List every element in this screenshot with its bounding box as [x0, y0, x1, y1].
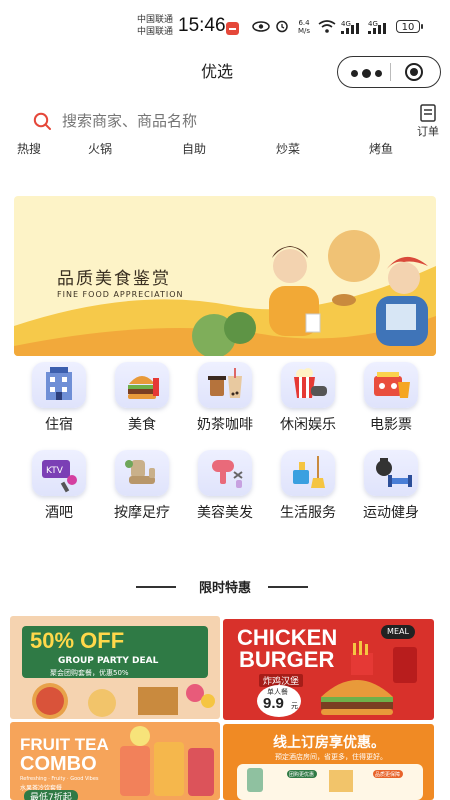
category-label: 休闲娱乐: [280, 417, 336, 433]
category-massage[interactable]: 按摩足疗: [100, 450, 184, 522]
dumbbell-icon: [364, 450, 418, 496]
category-fitness[interactable]: 运动健身: [349, 450, 433, 522]
pizza-party-illustration: [32, 683, 215, 719]
search-icon[interactable]: [33, 112, 51, 130]
notification-badge-icon: [226, 22, 239, 35]
category-label: 酒吧: [45, 505, 73, 521]
category-life-service[interactable]: 生活服务: [266, 450, 350, 522]
alarm-icon: [276, 20, 288, 33]
promo-banner[interactable]: 品质美食鉴赏 FINE FOOD APPRECIATION: [14, 196, 436, 356]
category-leisure[interactable]: 休闲娱乐: [266, 362, 350, 434]
promo-a-headline: 50% OFF: [30, 628, 125, 653]
order-list-icon: [420, 104, 436, 122]
status-bar: 中国联通 中国联通 15:46 6.4 M/s 4G 4G 10: [0, 0, 450, 44]
carrier-labels: 中国联通 中国联通: [137, 14, 173, 38]
title-bar: 优选: [0, 52, 450, 88]
clock: 15:46: [178, 15, 226, 36]
net-speed: 6.4 M/s: [298, 19, 311, 35]
category-food[interactable]: 美食: [100, 362, 184, 434]
close-miniprogram-icon[interactable]: [405, 63, 423, 81]
cinema-icon: [364, 362, 418, 408]
category-label: 美食: [128, 417, 156, 433]
fruit-tea-illustration: [120, 726, 214, 796]
category-label: 运动健身: [363, 505, 419, 521]
more-menu-icon[interactable]: [351, 69, 387, 78]
category-label: 美容美发: [197, 505, 253, 521]
category-label: 住宿: [45, 417, 73, 433]
carrier-1: 中国联通: [137, 15, 174, 25]
eye-icon: [252, 21, 270, 32]
promo-a-note: 聚会团购套餐，优惠50%: [50, 669, 129, 677]
popcorn-gamepad-icon: [281, 362, 335, 408]
banner-subtitle: FINE FOOD APPRECIATION: [57, 290, 184, 299]
promo-d-tag-1: 团购更优惠: [289, 772, 315, 778]
promo-a-sub: GROUP PARTY DEAL: [58, 656, 159, 666]
hotel-booking-illustration: [247, 768, 403, 792]
hotel-icon: [32, 362, 86, 408]
capsule-divider: [390, 63, 391, 81]
hot-search-tags: 热搜 火锅 自助 炒菜 烤鱼: [0, 138, 450, 160]
svg-text:KTV: KTV: [46, 466, 64, 476]
category-movie[interactable]: 电影票: [349, 362, 433, 434]
promo-hotel-booking-card[interactable]: 线上订房享优惠。 预定酒店房间，省更多，住得更好。 团购更优惠 品质更保障: [223, 724, 434, 800]
section-title: 限时特惠: [198, 581, 251, 596]
hot-tag[interactable]: 烤鱼: [369, 140, 393, 157]
category-bar[interactable]: KTV 酒吧: [17, 450, 101, 522]
hot-tag[interactable]: 火锅: [88, 140, 112, 157]
mini-program-capsule: [337, 56, 441, 88]
wifi-icon: [318, 20, 336, 33]
hot-tag-label: 热搜: [17, 142, 42, 156]
hairdryer-icon: [198, 450, 252, 496]
ktv-icon: KTV: [32, 450, 86, 496]
promo-d-tag-2: 品质更保障: [375, 772, 401, 778]
promo-group-deal-card[interactable]: 50% OFF GROUP PARTY DEAL 聚会团购套餐，优惠50%: [10, 616, 220, 719]
banner-title: 品质美食鉴赏: [57, 269, 171, 289]
category-label: 电影票: [370, 417, 412, 433]
category-label: 奶茶咖啡: [197, 417, 253, 433]
battery-icon: 10: [396, 20, 423, 33]
burger-fries-illustration: [321, 641, 417, 715]
signal-bars-2-icon: [368, 23, 386, 34]
hot-tag[interactable]: 炒菜: [276, 140, 300, 157]
category-label: 按摩足疗: [114, 505, 170, 521]
search-input[interactable]: [60, 108, 364, 134]
promo-fruit-tea-card[interactable]: FRUIT TEA COMBO Refreshing · Fruity · Go…: [10, 722, 220, 800]
divider-right: [268, 586, 308, 588]
orders-button[interactable]: 订单: [411, 104, 445, 140]
category-milk-tea[interactable]: 奶茶咖啡: [183, 362, 267, 434]
orders-label: 订单: [417, 125, 439, 138]
category-beauty[interactable]: 美容美发: [183, 450, 267, 522]
promo-chicken-burger-card[interactable]: CHICKEN BURGER 炸鸡汉堡 单人餐 9.9 元 MEAL: [223, 619, 434, 720]
milk-tea-icon: [198, 362, 252, 408]
signal-bars-1-icon: [341, 23, 359, 34]
burger-icon: [115, 362, 169, 408]
hot-tag[interactable]: 自助: [182, 140, 206, 157]
category-label: 生活服务: [280, 505, 336, 521]
massage-chair-icon: [115, 450, 169, 496]
cleaning-icon: [281, 450, 335, 496]
carrier-2: 中国联通: [137, 27, 174, 37]
limited-offer-header: 限时特惠: [0, 574, 450, 598]
category-hotel[interactable]: 住宿: [17, 362, 101, 434]
